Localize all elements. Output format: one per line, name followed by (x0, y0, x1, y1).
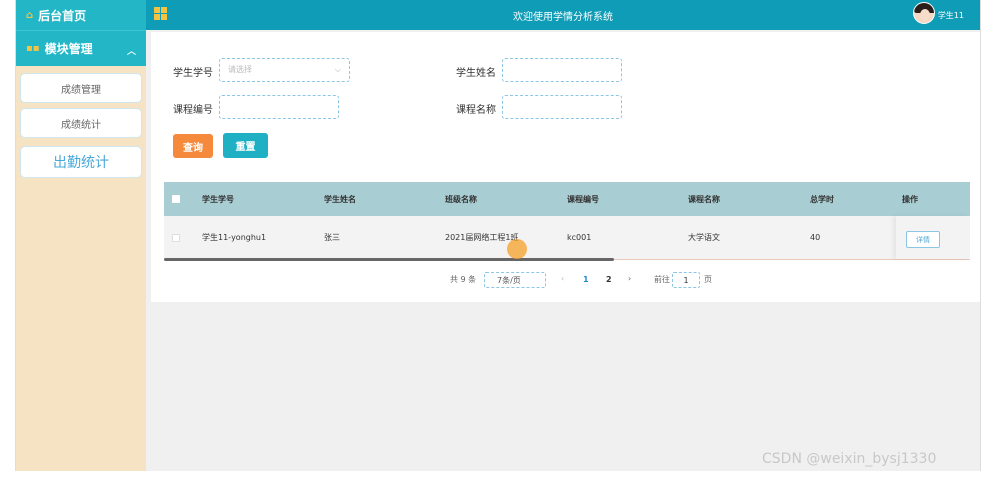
sidebar-home-label: 后台首页 (38, 8, 87, 23)
top-bar: 欢迎使用学情分析系统 学生11 (146, 0, 980, 30)
sidebar-home[interactable]: ⌂ 后台首页 (16, 0, 146, 30)
column-header: 课程名称 (688, 194, 720, 204)
course-code-label: 课程编号 (173, 105, 213, 116)
table-header: 学生学号 学生姓名 班级名称 课程编号 课程名称 总学时 操作 (164, 182, 970, 216)
goto-page-input[interactable]: 1 (672, 272, 700, 288)
main-panel: 学生学号 请选择 ⌵ 学生姓名 课程编号 课程名称 查询 重置 学生学号 学生姓… (151, 32, 980, 302)
sidebar-item-grade-statistics[interactable]: 成绩统计 (20, 108, 142, 138)
cell-total-hours: 40 (810, 233, 821, 242)
operation-column: 详情 (896, 216, 970, 259)
user-name[interactable]: 学生11 (938, 10, 964, 21)
data-table: 学生学号 学生姓名 班级名称 课程编号 课程名称 总学时 操作 学生11-yon… (164, 182, 970, 261)
page-size-value: 7条/页 (497, 275, 521, 285)
course-code-input[interactable] (219, 95, 339, 119)
student-id-placeholder: 请选择 (228, 65, 252, 74)
column-header: 总学时 (810, 194, 834, 204)
sidebar-module-label: 模块管理 (44, 42, 93, 56)
row-checkbox[interactable] (172, 234, 180, 242)
horizontal-scrollbar[interactable] (164, 258, 614, 261)
select-all-checkbox[interactable] (172, 195, 180, 203)
watermark: CSDN @weixin_bysj1330 (762, 451, 937, 467)
goto-suffix: 页 (704, 275, 712, 284)
sidebar-item-label: 成绩统计 (61, 119, 101, 131)
prev-page-button[interactable]: ‹ (561, 274, 564, 283)
student-id-select[interactable]: 请选择 ⌵ (219, 58, 350, 82)
sidebar-module-menu[interactable]: ▪▪ 模块管理 ︿ (16, 30, 146, 66)
grid-icon: ▪▪ (26, 43, 40, 54)
sidebar-item-grade-management[interactable]: 成绩管理 (20, 73, 142, 103)
course-name-input[interactable] (502, 95, 622, 119)
chevron-up-icon: ︿ (126, 47, 136, 57)
cell-course-code: kc001 (567, 233, 592, 242)
query-button[interactable]: 查询 (173, 134, 213, 158)
column-header: 班级名称 (445, 194, 477, 204)
reset-button[interactable]: 重置 (223, 133, 268, 158)
cell-course-name: 大学语文 (688, 233, 720, 242)
table-row: 学生11-yonghu1 张三 2021届网络工程1班 kc001 大学语文 4… (164, 216, 970, 260)
sidebar: ⌂ 后台首页 ▪▪ 模块管理 ︿ 成绩管理 成绩统计 出勤统计 (16, 0, 146, 471)
student-name-label: 学生姓名 (456, 68, 496, 79)
sidebar-item-label: 出勤统计 (53, 155, 109, 171)
cell-student-id: 学生11-yonghu1 (202, 233, 267, 242)
page-title: 欢迎使用学情分析系统 (513, 12, 613, 23)
column-header: 学生学号 (202, 194, 234, 204)
detail-button[interactable]: 详情 (906, 231, 940, 248)
page-size-select[interactable]: 7条/页 (484, 272, 546, 288)
avatar[interactable] (913, 2, 935, 24)
column-header: 课程编号 (567, 194, 599, 204)
next-page-button[interactable]: › (628, 274, 631, 283)
sidebar-item-label: 成绩管理 (61, 84, 101, 96)
column-header: 学生姓名 (324, 194, 356, 204)
page-2-button[interactable]: 2 (606, 275, 612, 284)
cursor-highlight (507, 239, 527, 259)
page-1-button[interactable]: 1 (583, 275, 589, 284)
goto-prefix: 前往 (654, 275, 670, 284)
student-name-input[interactable] (502, 58, 622, 82)
chevron-down-icon: ⌵ (334, 65, 341, 74)
home-icon: ⌂ (26, 9, 34, 21)
column-header: 操作 (902, 194, 918, 204)
app-frame: ⌂ 后台首页 ▪▪ 模块管理 ︿ 成绩管理 成绩统计 出勤统计 欢迎使用学情分析… (15, 0, 981, 471)
sidebar-item-attendance-statistics[interactable]: 出勤统计 (20, 146, 142, 178)
pagination-total: 共 9 条 (450, 275, 477, 284)
student-id-label: 学生学号 (173, 68, 213, 79)
course-name-label: 课程名称 (456, 105, 496, 116)
cell-student-name: 张三 (324, 233, 340, 242)
